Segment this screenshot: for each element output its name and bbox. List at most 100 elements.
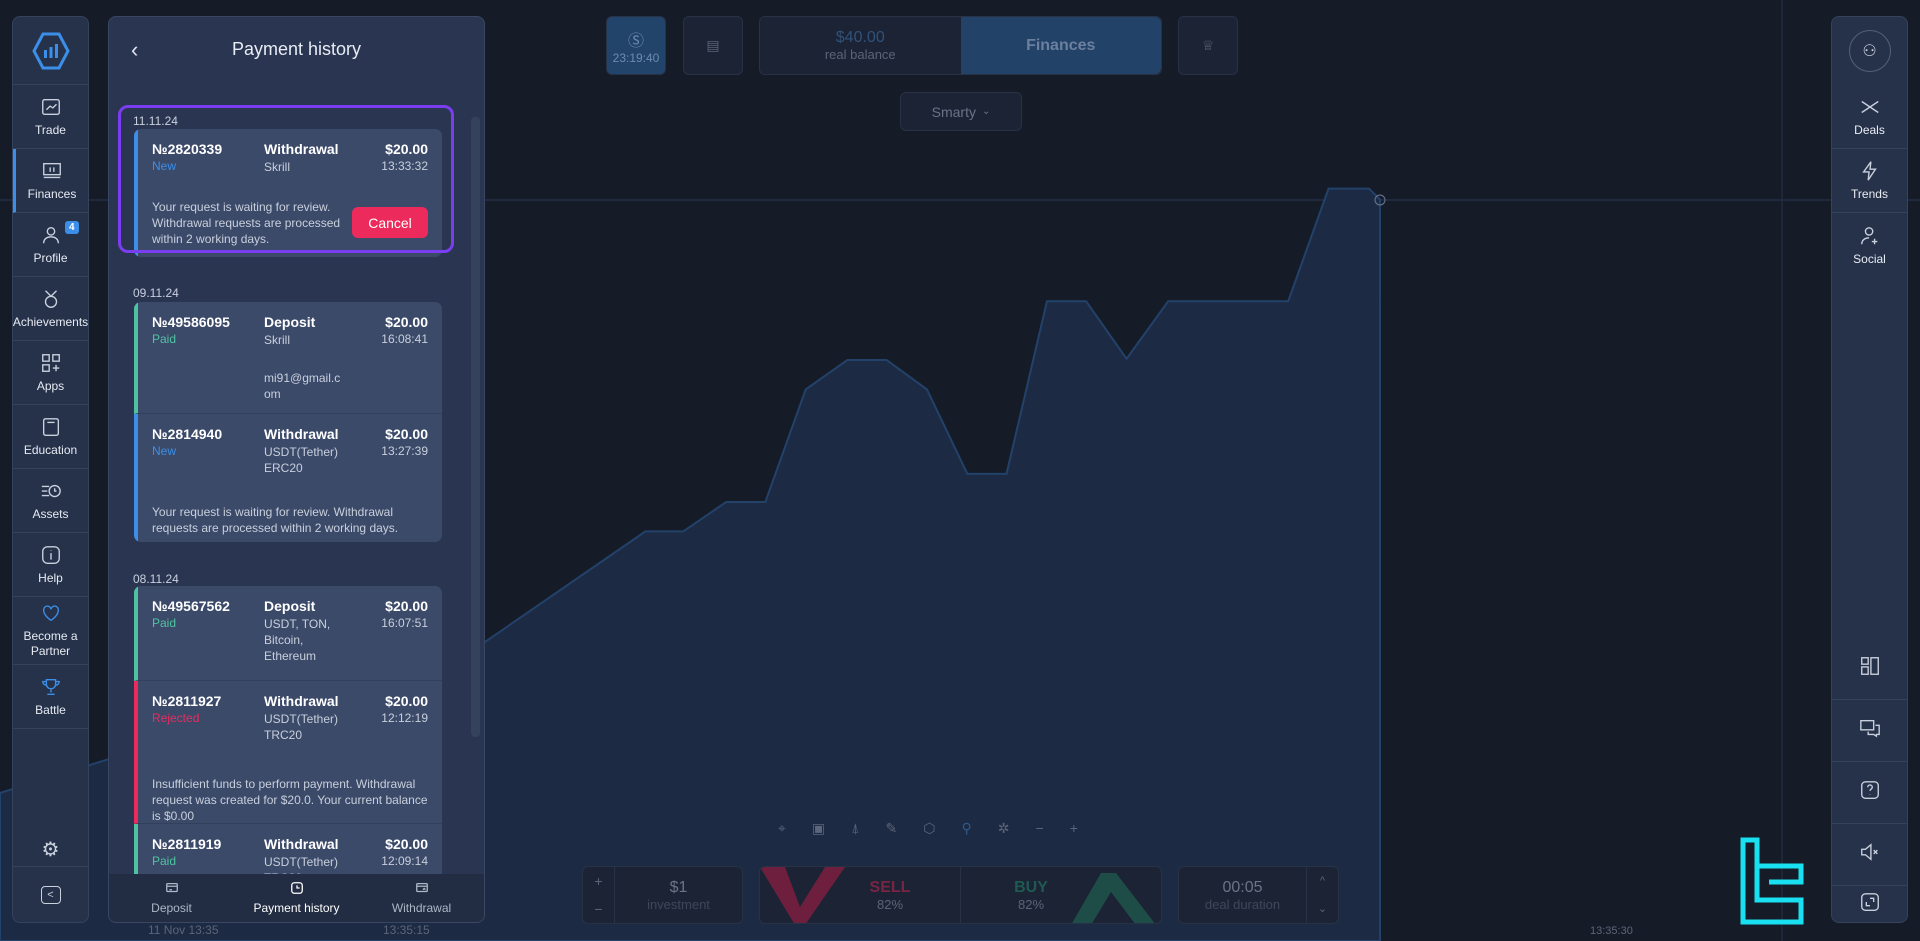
payment-method: USDT(Tether) TRC20	[264, 855, 339, 874]
chest-button[interactable]: ▤	[683, 16, 743, 75]
indicator-icon[interactable]: ▣	[812, 820, 825, 837]
mute-icon	[1860, 843, 1878, 861]
back-button[interactable]: ‹	[131, 37, 138, 63]
question-icon	[1860, 781, 1879, 799]
chevron-down-icon[interactable]: ⌄	[1318, 902, 1327, 915]
axis-time: 13:35:30	[1590, 925, 1633, 937]
chat-icon	[1859, 719, 1880, 738]
payment-amount: $20.00	[385, 836, 428, 852]
payment-group: №49586095 Paid Deposit Skrill $20.00 16:08:41…	[134, 302, 442, 542]
payment-time: 12:09:14	[381, 854, 428, 868]
sidebar-item-apps[interactable]: Apps	[13, 341, 88, 405]
sidebar-item-battle[interactable]: Battle	[13, 665, 88, 729]
zoom-out-icon[interactable]: −	[1036, 820, 1044, 837]
decrease-investment-button[interactable]: −	[594, 901, 602, 917]
rightbar-trends[interactable]: Trends	[1832, 149, 1907, 213]
right-sidebar: ⚇ Deals Trends Social	[1831, 16, 1908, 923]
rightbar-social[interactable]: Social	[1832, 213, 1907, 277]
panel-title: Payment history	[231, 38, 362, 59]
axis-time: 13:35:15	[383, 923, 430, 937]
payment-item[interactable]: №2814940 New Withdrawal USDT(Tether) ERC20 $…	[134, 414, 442, 542]
notification-badge: 4	[65, 221, 79, 234]
fullscreen-icon	[1860, 893, 1879, 911]
investment-box: + − $1 investment	[582, 866, 743, 924]
trophy-icon	[41, 678, 60, 695]
increase-investment-button[interactable]: +	[594, 873, 602, 889]
buy-button[interactable]: BUY 82%	[961, 867, 1161, 923]
payment-amount: $20.00	[385, 426, 428, 442]
withdrawal-icon	[415, 882, 428, 893]
payment-account: mi91@gmail.com	[264, 371, 341, 401]
investment-input[interactable]: $1 investment	[615, 879, 742, 912]
support-button[interactable]	[1832, 761, 1907, 823]
sidebar-item-assets[interactable]: Assets	[13, 469, 88, 533]
cashback-icon: Ⓢ	[627, 32, 644, 50]
avatar[interactable]: ⚇	[1832, 17, 1907, 85]
pen-tools-icon[interactable]: ⍋	[851, 820, 859, 837]
info-icon	[41, 545, 60, 564]
status-badge: Paid	[152, 616, 177, 630]
payment-item[interactable]: №2811927 Rejected Withdrawal USDT(Tether) T…	[134, 681, 442, 824]
payment-type: Withdrawal	[264, 693, 339, 709]
user-icon: ⚇	[1848, 30, 1891, 72]
grid-icon[interactable]: ✲	[998, 820, 1010, 837]
chevron-down-icon: ⌄	[981, 106, 991, 117]
chart-icon	[41, 98, 60, 115]
duration-input[interactable]: 00:05 deal duration	[1179, 879, 1306, 912]
payment-group: №49567562 Paid Deposit USDT, TON, Bitcoin, …	[134, 586, 442, 874]
sidebar-item-label: Education	[23, 442, 78, 457]
axis-time: 11 Nov 13:35	[148, 923, 219, 937]
settings-icon[interactable]: ⚙	[13, 837, 88, 862]
payment-item[interactable]: №49567562 Paid Deposit USDT, TON, Bitcoin, …	[134, 586, 442, 681]
payment-id: №2814940	[152, 426, 223, 442]
tab-withdrawal[interactable]: Withdrawal	[359, 874, 484, 922]
chat-button[interactable]	[1832, 699, 1907, 761]
zoom-in-icon[interactable]: +	[1070, 820, 1078, 837]
payment-time: 12:12:19	[381, 711, 428, 725]
person-icon[interactable]: ⚲	[962, 820, 972, 837]
shape-icon[interactable]: ⬡	[923, 820, 935, 837]
clock-icon	[290, 882, 303, 894]
payment-time: 13:27:39	[381, 444, 428, 458]
date-header: 09.11.24	[133, 286, 179, 300]
sidebar-item-help[interactable]: Help	[13, 533, 88, 597]
balance-box[interactable]: $40.00 real balance Finances	[759, 16, 1162, 75]
sidebar-item-label: Become a Partner	[23, 629, 78, 658]
status-badge: Rejected	[152, 711, 200, 725]
sell-button[interactable]: SELL 82%	[760, 867, 961, 923]
fullscreen-button[interactable]	[1832, 885, 1907, 923]
tournament-button[interactable]: ♕	[1178, 16, 1238, 75]
tab-payment-history[interactable]: Payment history	[234, 874, 359, 922]
chevron-up-icon[interactable]: ^	[1320, 875, 1325, 887]
sidebar-item-trade[interactable]: Trade	[13, 85, 88, 149]
cashback-timer-button[interactable]: Ⓢ 23:19:40	[606, 16, 666, 75]
sidebar-item-finances[interactable]: Finances	[13, 149, 88, 213]
collapse-sidebar-button[interactable]: <	[13, 866, 88, 922]
payment-method: USDT(Tether) TRC20	[264, 712, 339, 742]
pencil-icon[interactable]: ✎	[886, 820, 898, 837]
sidebar-item-become-a-partner[interactable]: Become a Partner	[13, 597, 88, 665]
finances-button[interactable]: Finances	[960, 17, 1161, 74]
add-user-icon	[1860, 226, 1877, 244]
layout-button[interactable]	[1832, 637, 1907, 699]
rightbar-deals[interactable]: Deals	[1832, 85, 1907, 149]
highlight-box	[118, 105, 454, 253]
balance-selector[interactable]: $40.00 real balance	[760, 29, 961, 62]
sidebar-item-profile[interactable]: Profile 4	[13, 213, 88, 277]
payment-method: USDT(Tether) ERC20	[264, 445, 339, 475]
crosshair-icon[interactable]: ⌖	[778, 820, 786, 837]
payment-message: Insufficient funds to perform payment. W…	[152, 777, 428, 823]
sidebar-item-education[interactable]: Education	[13, 405, 88, 469]
sidebar-item-achievements[interactable]: Achievements	[13, 277, 88, 341]
sound-button[interactable]	[1832, 823, 1907, 885]
left-sidebar: Trade Finances Profile 4 Achievements Apps Edu…	[12, 16, 89, 923]
status-badge: Paid	[152, 854, 177, 868]
apps-icon	[41, 353, 60, 372]
panel-tabs: Deposit Payment history Withdrawal	[109, 874, 484, 922]
tab-deposit[interactable]: Deposit	[109, 874, 234, 922]
payment-item[interactable]: №49586095 Paid Deposit Skrill $20.00 16:08:41…	[134, 302, 442, 414]
trophy-icon: ♕	[1201, 37, 1215, 53]
asset-selector[interactable]: Smarty ⌄	[900, 92, 1022, 131]
payment-item[interactable]: №2811919 Paid Withdrawal USDT(Tether) TRC20…	[134, 824, 442, 874]
sidebar-item-label: Help	[38, 570, 63, 585]
